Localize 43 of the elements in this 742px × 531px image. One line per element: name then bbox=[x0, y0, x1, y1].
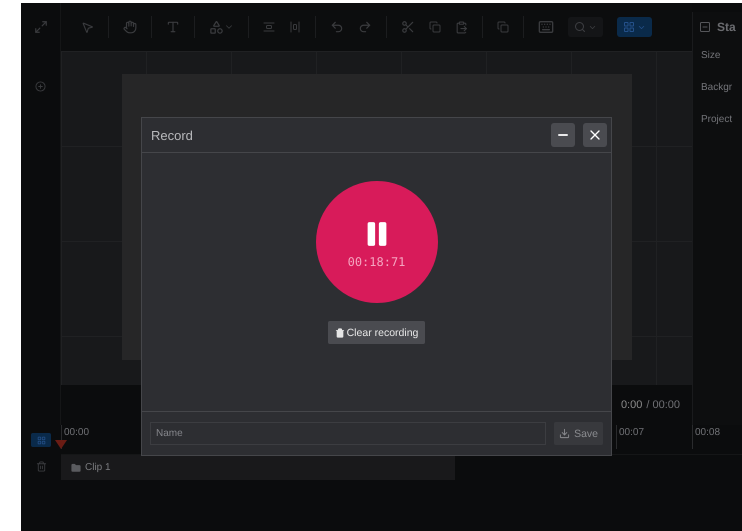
clip-name: Clip 1 bbox=[85, 462, 111, 473]
keyboard-icon bbox=[538, 19, 554, 35]
vertical-align-icon bbox=[263, 21, 275, 33]
search-icon bbox=[574, 21, 586, 33]
record-button[interactable]: 00:18:71 bbox=[316, 181, 438, 303]
undo-icon bbox=[330, 20, 344, 34]
current-time: 0:00 bbox=[620, 399, 642, 411]
property-label: Backgr bbox=[701, 82, 732, 93]
grid-icon bbox=[623, 21, 635, 33]
add-icon bbox=[35, 81, 46, 92]
dialog-title: Record bbox=[151, 128, 193, 142]
expand-icon bbox=[34, 20, 48, 34]
hand-icon bbox=[123, 20, 137, 34]
property-label: Size bbox=[701, 50, 720, 61]
trash-icon bbox=[334, 328, 345, 338]
property-label: Project bbox=[701, 114, 732, 125]
timer: 00:18:71 bbox=[348, 255, 406, 269]
close-button[interactable] bbox=[583, 123, 607, 147]
trash-icon bbox=[36, 461, 46, 472]
download-icon bbox=[559, 428, 570, 439]
pointer-icon bbox=[81, 20, 94, 34]
clear-recording-button[interactable]: Clear recording bbox=[328, 321, 426, 344]
save-button[interactable]: Save bbox=[554, 422, 603, 445]
text-icon bbox=[166, 20, 180, 34]
collapse-icon bbox=[699, 21, 711, 33]
total-time: / 00:00 bbox=[646, 399, 680, 411]
name-field[interactable]: Name bbox=[150, 422, 546, 445]
zoom-button[interactable] bbox=[568, 17, 603, 37]
clip[interactable]: Clip 1 bbox=[61, 455, 455, 480]
clipboard-icon bbox=[455, 20, 468, 34]
timeline-toggle-button[interactable] bbox=[31, 433, 51, 447]
scissors-icon bbox=[401, 20, 415, 34]
folder-icon bbox=[71, 462, 81, 472]
minimize-button[interactable] bbox=[551, 123, 575, 147]
time-label: 00:07 bbox=[616, 425, 692, 449]
redo-icon bbox=[358, 20, 372, 34]
shapes-icon bbox=[209, 20, 224, 34]
panel-title: Sta bbox=[717, 20, 736, 34]
layout-button[interactable] bbox=[617, 17, 652, 37]
horizontal-align-icon bbox=[289, 21, 301, 33]
time-label: 00:08 bbox=[692, 425, 742, 449]
grid-icon bbox=[36, 436, 46, 444]
copy-icon bbox=[429, 21, 441, 33]
